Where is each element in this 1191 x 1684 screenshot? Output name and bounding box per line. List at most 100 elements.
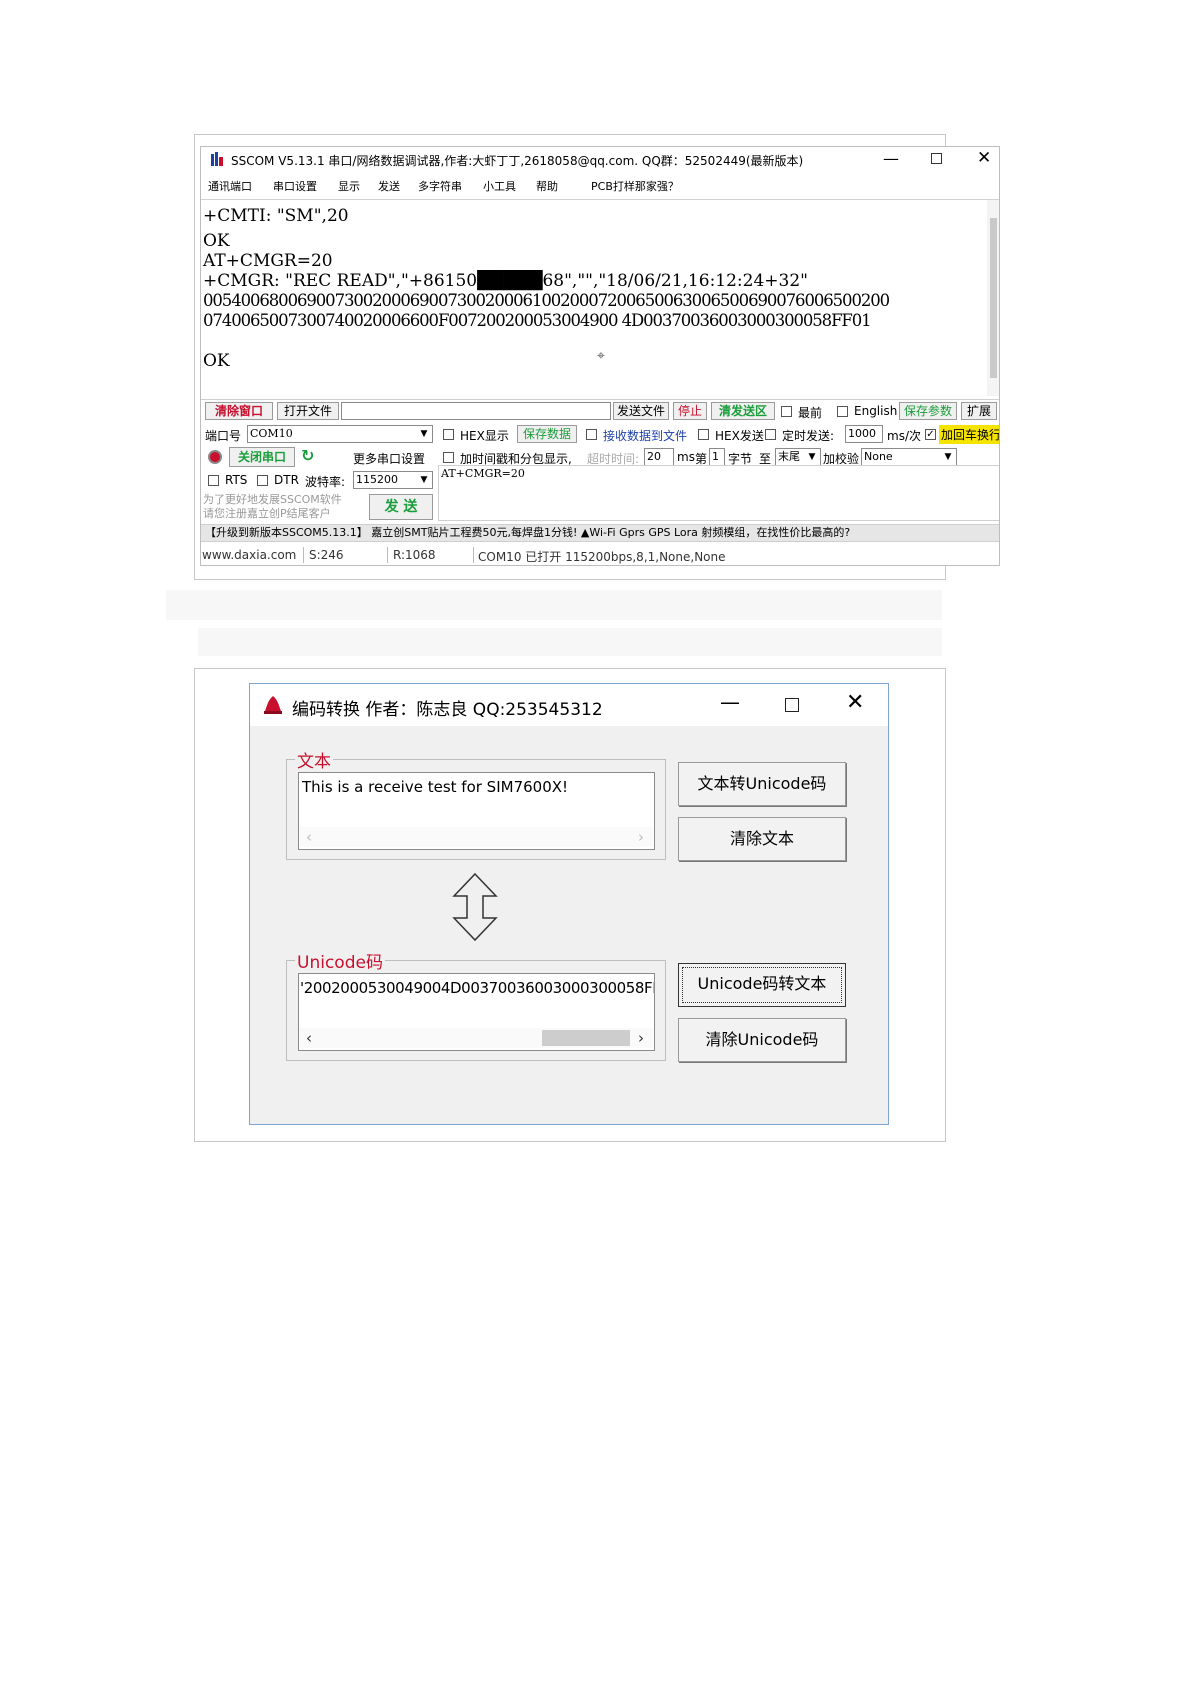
receive-line: OK bbox=[203, 231, 230, 251]
menu-item-display[interactable]: 显示 bbox=[338, 178, 360, 194]
ad-banner-text: 【升级到新版本SSCOM5.13.1】 嘉立创SMT贴片工程费50元,每焊盘1分… bbox=[205, 526, 851, 539]
converter-titlebar: 编码转换 作者：陈志良 QQ:253545312 — ✕ bbox=[250, 684, 888, 726]
rts-label: RTS bbox=[225, 473, 248, 487]
separator-band bbox=[198, 628, 942, 656]
baud-select-value: 115200 bbox=[356, 473, 398, 486]
checksum-select[interactable]: None ▼ bbox=[861, 448, 957, 466]
receive-line: +CMTI: "SM",20 bbox=[203, 206, 349, 226]
end-select-value: 末尾 bbox=[778, 450, 800, 463]
receive-line: 0054006800690073002000690073002000610020… bbox=[203, 291, 890, 310]
hex-display-checkbox[interactable] bbox=[443, 429, 454, 440]
chevron-left-icon[interactable]: ‹ bbox=[306, 1029, 312, 1047]
clear-unicode-button[interactable]: 清除Unicode码 bbox=[678, 1018, 846, 1062]
nth-byte-input[interactable]: 1 bbox=[709, 448, 725, 466]
clear-window-button[interactable]: 清除窗口 bbox=[205, 402, 273, 420]
menu-item-help[interactable]: 帮助 bbox=[536, 178, 558, 194]
record-icon bbox=[208, 450, 222, 464]
chevron-left-icon[interactable]: ‹ bbox=[306, 828, 312, 846]
checksum-select-value: None bbox=[864, 450, 893, 463]
topmost-checkbox[interactable] bbox=[781, 406, 792, 417]
baud-select[interactable]: 115200 ▼ bbox=[353, 471, 433, 489]
interval-input[interactable]: 1000 bbox=[845, 425, 883, 443]
send-textarea[interactable]: AT+CMGR=20 bbox=[438, 465, 999, 521]
unicode-group: Unicode码 '2002000530049004D0037003600300… bbox=[286, 948, 666, 1061]
more-serial-settings-link[interactable]: 更多串口设置 bbox=[353, 450, 425, 467]
menu-item-serial-settings[interactable]: 串口设置 bbox=[273, 178, 317, 194]
chevron-right-icon[interactable]: › bbox=[638, 1029, 644, 1047]
menu-item-send[interactable]: 发送 bbox=[378, 178, 400, 194]
add-crlf-checkbox[interactable]: ✓ bbox=[925, 429, 936, 440]
menu-item-multi-string[interactable]: 多字符串 bbox=[418, 178, 462, 194]
scrollbar-thumb[interactable] bbox=[990, 218, 997, 378]
ad-banner[interactable]: 【升级到新版本SSCOM5.13.1】 嘉立创SMT贴片工程费50元,每焊盘1分… bbox=[201, 524, 999, 542]
topmost-label: 最前 bbox=[798, 406, 823, 420]
chevron-right-icon[interactable]: › bbox=[638, 828, 644, 846]
control-row-4: RTS DTR 波特率: 115200 ▼ bbox=[201, 469, 441, 491]
save-params-button[interactable]: 保存参数 bbox=[899, 402, 957, 420]
sscom-window: SSCOM V5.13.1 串口/网络数据调试器,作者:大虾丁丁,2618058… bbox=[200, 146, 1000, 566]
minimize-icon[interactable]: — bbox=[720, 690, 740, 714]
port-select[interactable]: COM10 ▼ bbox=[247, 425, 433, 443]
sscom-titlebar: SSCOM V5.13.1 串口/网络数据调试器,作者:大虾丁丁,2618058… bbox=[201, 147, 999, 173]
unicode-group-label: Unicode码 bbox=[295, 948, 385, 973]
clear-text-button[interactable]: 清除文本 bbox=[678, 817, 846, 861]
end-select[interactable]: 末尾 ▼ bbox=[775, 448, 821, 466]
baud-label: 波特率: bbox=[305, 475, 346, 489]
unicode-to-text-button[interactable]: Unicode码转文本 bbox=[678, 963, 846, 1007]
promo-text: 为了更好地发展SSCOM软件 请您注册嘉立创P结尾客户 bbox=[203, 493, 363, 523]
recv-to-file-checkbox[interactable] bbox=[586, 429, 597, 440]
horizontal-scrollbar[interactable]: ‹ › bbox=[300, 827, 653, 847]
separator-band bbox=[166, 590, 942, 620]
send-text: AT+CMGR=20 bbox=[441, 467, 525, 480]
maximize-icon[interactable] bbox=[785, 698, 799, 712]
unicode-input[interactable]: '2002000530049004D00370036003000300058FF… bbox=[298, 973, 655, 1051]
refresh-icon[interactable]: ↻ bbox=[301, 446, 314, 465]
open-file-button[interactable]: 打开文件 bbox=[277, 402, 339, 420]
stop-button[interactable]: 停止 bbox=[673, 402, 707, 420]
dtr-label: DTR bbox=[274, 473, 299, 487]
hex-send-checkbox[interactable] bbox=[698, 429, 709, 440]
timed-send-checkbox[interactable] bbox=[765, 429, 776, 440]
file-path-input[interactable] bbox=[341, 402, 611, 420]
clear-send-button[interactable]: 清发送区 bbox=[711, 402, 775, 420]
menu-item-port[interactable]: 通讯端口 bbox=[208, 178, 252, 194]
send-button[interactable]: 发 送 bbox=[369, 494, 433, 520]
close-port-button[interactable]: 关闭串口 bbox=[229, 447, 295, 467]
promo-line: 请您注册嘉立创P结尾客户 bbox=[203, 507, 331, 520]
text-input[interactable]: This is a receive test for SIM7600X! ‹ › bbox=[298, 772, 655, 850]
send-file-button[interactable]: 发送文件 bbox=[613, 402, 669, 420]
receive-line: OK bbox=[203, 351, 230, 371]
menu-item-pcb-ad[interactable]: PCB打样那家强？ bbox=[591, 178, 679, 194]
english-checkbox[interactable] bbox=[837, 406, 848, 417]
vertical-scrollbar[interactable] bbox=[987, 200, 999, 396]
sscom-title: SSCOM V5.13.1 串口/网络数据调试器,作者:大虾丁丁,2618058… bbox=[231, 154, 804, 168]
text-group-label: 文本 bbox=[295, 747, 333, 772]
text-to-unicode-button[interactable]: 文本转Unicode码 bbox=[678, 762, 846, 806]
save-data-button[interactable]: 保存数据 bbox=[517, 425, 577, 443]
expand-button[interactable]: 扩展 bbox=[961, 402, 997, 420]
minimize-icon[interactable]: — bbox=[883, 149, 899, 168]
swap-arrow-icon bbox=[450, 872, 500, 942]
close-icon[interactable]: ✕ bbox=[846, 690, 864, 715]
horizontal-scrollbar[interactable]: ‹ › bbox=[300, 1028, 653, 1048]
status-divider bbox=[303, 547, 304, 563]
sscom-menubar: 通讯端口 串口设置 显示 发送 多字符串 小工具 帮助 PCB打样那家强？ bbox=[201, 175, 999, 195]
control-row-1: 清除窗口 打开文件 发送文件 停止 清发送区 最前 English 保存参数 扩… bbox=[201, 399, 999, 421]
menu-item-tools[interactable]: 小工具 bbox=[483, 178, 516, 194]
rts-checkbox[interactable] bbox=[208, 475, 219, 486]
close-icon[interactable]: ✕ bbox=[977, 148, 991, 168]
maximize-icon[interactable] bbox=[931, 153, 942, 164]
receive-area[interactable]: +CMTI: "SM",20 OK AT+CMGR=20 +CMGR: "REC… bbox=[201, 199, 999, 396]
scrollbar-thumb[interactable] bbox=[542, 1030, 630, 1046]
receive-line: 0740065007300740020006600F00720020005300… bbox=[203, 311, 872, 330]
add-crlf-label: 加回车换行 bbox=[939, 425, 999, 444]
timestamp-checkbox[interactable] bbox=[443, 452, 454, 463]
chevron-down-icon: ▼ bbox=[941, 450, 955, 464]
status-divider bbox=[473, 547, 474, 563]
status-site[interactable]: www.daxia.com bbox=[202, 548, 296, 562]
text-input-value: This is a receive test for SIM7600X! bbox=[302, 778, 569, 796]
control-row-2: 端口号 COM10 ▼ HEX显示 保存数据 接收数据到文件 HEX发送 定时发… bbox=[201, 423, 999, 445]
dtr-checkbox[interactable] bbox=[257, 475, 268, 486]
timeout-input[interactable]: 20 bbox=[644, 448, 674, 466]
chevron-down-icon: ▼ bbox=[417, 473, 431, 487]
